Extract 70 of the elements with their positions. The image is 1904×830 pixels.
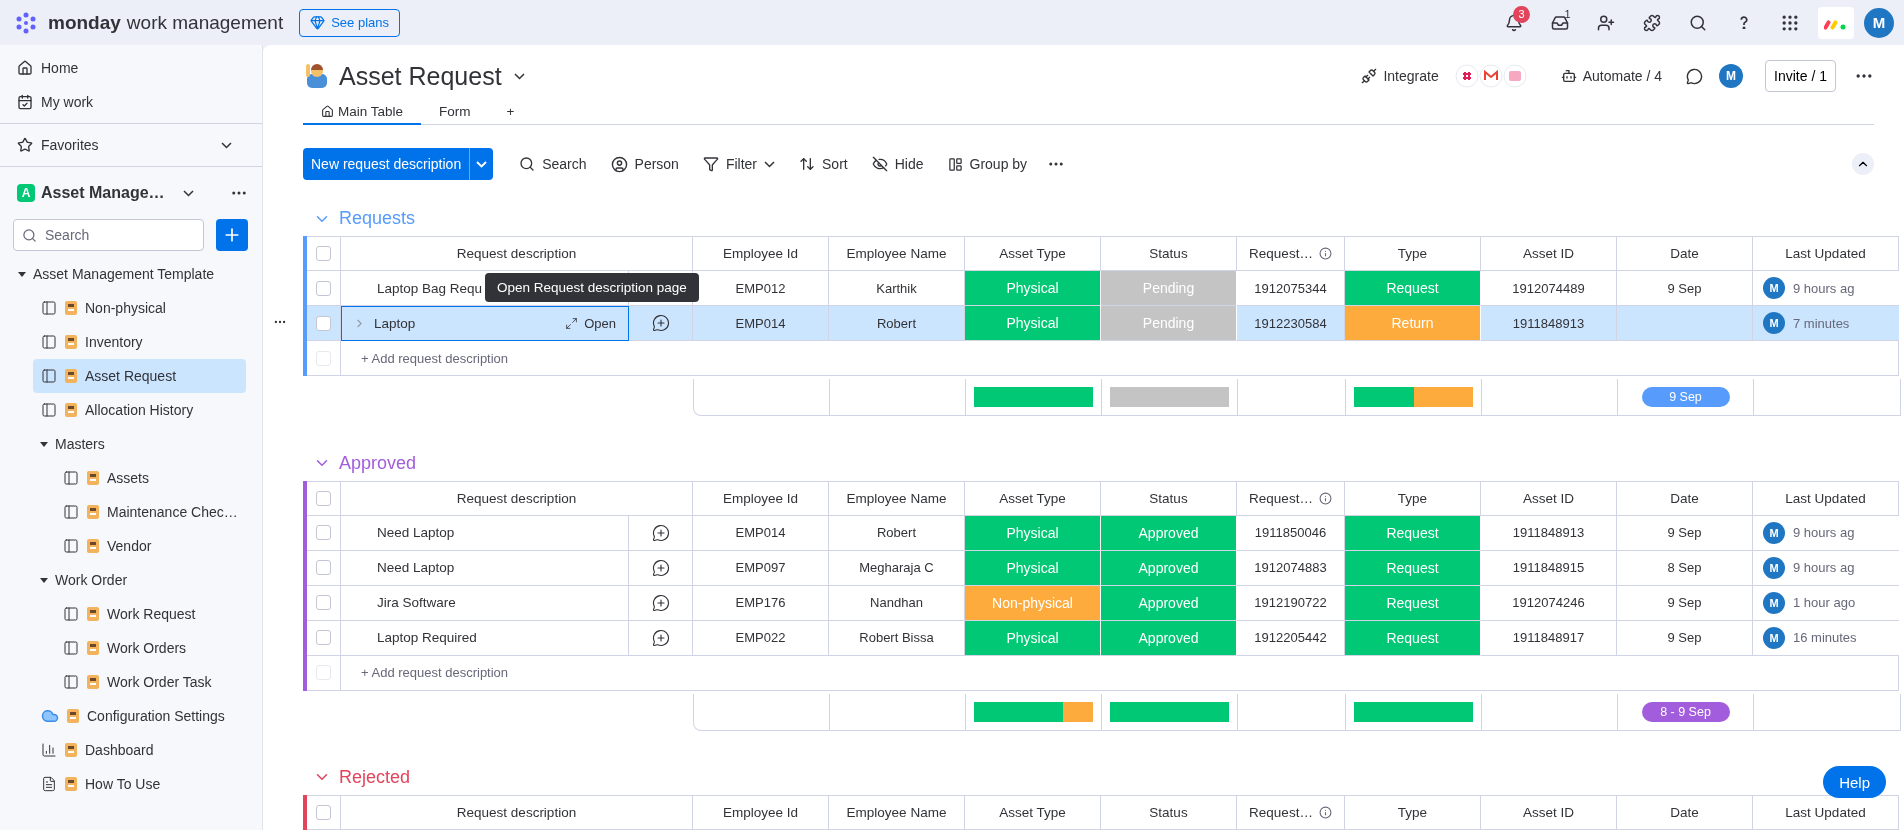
workspace-badge: A	[17, 184, 35, 202]
table-cell: 1912190722	[1237, 585, 1345, 621]
table-cell: 1912074883	[1237, 550, 1345, 586]
table-cell: EMP022	[693, 620, 829, 656]
column-header: Last Updated	[1753, 480, 1899, 516]
brand-name: monday	[48, 11, 121, 34]
column-header: Date	[1617, 236, 1753, 272]
table-cell: 1911848913	[1481, 306, 1617, 342]
column-header: Date	[1617, 480, 1753, 516]
table-cell: 1911848913	[1481, 515, 1617, 551]
table-cell: Robert	[829, 306, 965, 342]
table-cell: 1912230584	[1237, 306, 1345, 342]
table-cell: 1912075344	[1237, 271, 1345, 307]
column-header: Request description	[341, 480, 693, 516]
column-header: Type	[1345, 480, 1481, 516]
column-header: Employee Name	[829, 795, 965, 830]
date-cell: 8 Sep	[1617, 550, 1753, 586]
column-header: Status	[1101, 480, 1237, 516]
table-cell: 1911850046	[1237, 515, 1345, 551]
column-header: Last Updated	[1753, 795, 1899, 830]
group-title: Approved	[339, 452, 417, 474]
product-name: work management	[126, 11, 284, 34]
date-cell: 9 Sep	[1617, 585, 1753, 621]
column-header: Employee Id	[693, 480, 829, 516]
table-cell: Nandhan	[829, 585, 965, 621]
notification-count: 3	[1513, 5, 1530, 23]
column-header: Request…	[1237, 795, 1345, 830]
column-header: Type	[1345, 795, 1481, 830]
group-title: Rejected	[339, 766, 411, 788]
date-cell: 9 Sep	[1617, 620, 1753, 656]
table-cell: Robert Bissa	[829, 620, 965, 656]
column-header: Request description	[341, 795, 693, 830]
table-cell: EMP014	[693, 306, 829, 342]
column-header: Last Updated	[1753, 236, 1899, 272]
column-header: Employee Id	[693, 236, 829, 272]
table-cell: 1912074489	[1481, 271, 1617, 307]
table-cell: Robert	[829, 515, 965, 551]
table-cell: 1911848915	[1481, 550, 1617, 586]
column-header: Employee Id	[693, 795, 829, 830]
table-cell: EMP176	[693, 585, 829, 621]
table-cell: 1912074246	[1481, 585, 1617, 621]
table-cell: Megharaja C	[829, 550, 965, 586]
table-cell: Karthik	[829, 271, 965, 307]
column-header: Employee Name	[829, 236, 965, 272]
column-header: Asset Type	[965, 236, 1101, 272]
column-header: Employee Name	[829, 480, 965, 516]
column-header: Date	[1617, 795, 1753, 830]
group-title: Requests	[339, 208, 416, 230]
date-cell: 9 Sep	[1617, 515, 1753, 551]
table-cell: EMP097	[693, 550, 829, 586]
date-range-pill: 8 - 9 Sep	[1641, 701, 1730, 722]
table-cell: EMP014	[693, 515, 829, 551]
column-header: Asset Type	[965, 480, 1101, 516]
column-header: Asset ID	[1481, 795, 1617, 830]
inbox-count: 1	[1563, 7, 1572, 22]
column-header: Asset ID	[1481, 480, 1617, 516]
date-cell: 9 Sep	[1617, 271, 1753, 307]
column-header: Status	[1101, 795, 1237, 830]
column-header: Request…	[1237, 236, 1345, 272]
last-updated-cell: M 7 minutes	[1753, 306, 1899, 342]
column-header: Asset ID	[1481, 236, 1617, 272]
column-header: Type	[1345, 236, 1481, 272]
column-header: Request description	[341, 236, 693, 272]
column-header: Request…	[1237, 480, 1345, 516]
tooltip: Open Request description page	[485, 273, 699, 303]
column-header: Status	[1101, 236, 1237, 272]
table-cell: 1912205442	[1237, 620, 1345, 656]
table-cell: 1911848917	[1481, 620, 1617, 656]
date-range-pill: 9 Sep	[1641, 387, 1730, 408]
column-header: Asset Type	[965, 795, 1101, 830]
